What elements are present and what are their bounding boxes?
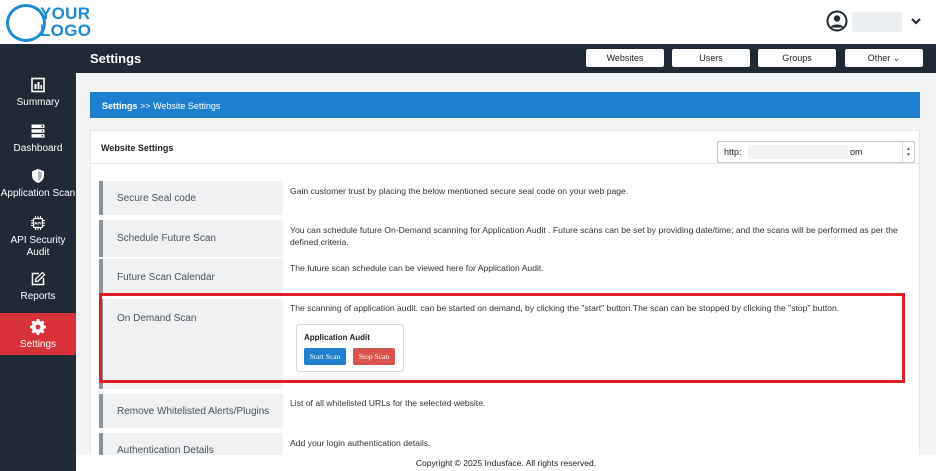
sidebar-item-api-security-audit[interactable]: API API Security Audit — [0, 215, 76, 267]
schedule-future-scan-tab[interactable]: Schedule Future Scan — [99, 220, 283, 257]
sidebar-item-label: API Security Audit — [10, 235, 66, 258]
remove-whitelisted-tab[interactable]: Remove Whitelisted Alerts/Plugins — [99, 394, 283, 428]
future-scan-calendar-desc: The future scan schedule can be viewed h… — [290, 263, 544, 273]
secure-seal-code-tab[interactable]: Secure Seal code — [99, 181, 283, 215]
users-button[interactable]: Users — [672, 49, 750, 67]
websites-button[interactable]: Websites — [586, 49, 664, 67]
website-select-prefix: http: — [724, 147, 742, 157]
title-bar: Settings Websites Users Groups Other ⌄ — [0, 44, 936, 73]
secure-seal-code-desc: Gain customer trust by placing the below… — [290, 186, 629, 196]
sidebar-item-label: Reports — [20, 291, 56, 302]
highlight-box — [99, 293, 905, 383]
breadcrumb: Settings >> Website Settings — [90, 92, 920, 118]
page-title: Settings — [90, 51, 142, 66]
remove-whitelisted-desc: List of all whitelisted URLs for the sel… — [290, 398, 486, 408]
groups-button[interactable]: Groups — [758, 49, 836, 67]
sidebar-item-settings[interactable]: Settings — [0, 313, 76, 355]
breadcrumb-separator: >> — [140, 101, 151, 111]
select-arrows-icon: ▲ ▼ — [902, 142, 914, 162]
chevron-down-icon[interactable] — [910, 14, 922, 28]
summary-icon — [31, 77, 45, 93]
schedule-future-scan-desc: You can schedule future On-Demand scanni… — [290, 225, 898, 247]
panel-title: Website Settings — [101, 143, 174, 153]
future-scan-calendar-tab[interactable]: Future Scan Calendar — [99, 259, 283, 295]
sidebar-item-summary[interactable]: Summary — [0, 77, 76, 113]
sidebar-item-label: Summary — [16, 97, 60, 108]
breadcrumb-root[interactable]: Settings — [102, 101, 138, 111]
top-header: YOUR LOGO — [0, 0, 936, 44]
sidebar-item-label: Dashboard — [13, 143, 63, 154]
sidebar-item-label: Application Scan — [0, 188, 76, 199]
edit-report-icon — [31, 271, 46, 286]
logo-line-2: LOGO — [40, 21, 92, 40]
sidebar-item-label: Settings — [19, 339, 57, 350]
sidebar: Summary Dashboard Application Scan API A… — [0, 73, 76, 471]
main-content: Settings >> Website Settings Website Set… — [76, 73, 936, 471]
logo-line-1: YOUR — [40, 4, 91, 23]
gear-icon — [30, 319, 46, 335]
user-name-redacted — [852, 12, 902, 32]
authentication-details-desc: Add your login authentication details. — [290, 438, 431, 448]
sidebar-item-application-scan[interactable]: Application Scan — [0, 168, 76, 204]
breadcrumb-current: Website Settings — [153, 101, 221, 111]
website-select-suffix: om — [850, 147, 863, 157]
logo[interactable]: YOUR LOGO — [6, 4, 98, 42]
website-url-redacted — [748, 145, 848, 159]
user-avatar-icon[interactable] — [826, 10, 848, 32]
sidebar-item-reports[interactable]: Reports — [0, 271, 76, 307]
api-chip-icon: API — [31, 216, 45, 230]
footer: Copyright © 2025 Indusface. All rights r… — [76, 455, 936, 471]
shield-icon — [32, 169, 44, 183]
divider — [91, 163, 919, 164]
dashboard-icon — [31, 124, 45, 138]
sidebar-item-dashboard[interactable]: Dashboard — [0, 123, 76, 159]
other-dropdown-button[interactable]: Other ⌄ — [845, 49, 923, 67]
svg-text:API: API — [34, 221, 42, 226]
website-select[interactable]: http: om ▲ ▼ — [717, 141, 915, 163]
logo-text: YOUR LOGO — [40, 5, 91, 39]
